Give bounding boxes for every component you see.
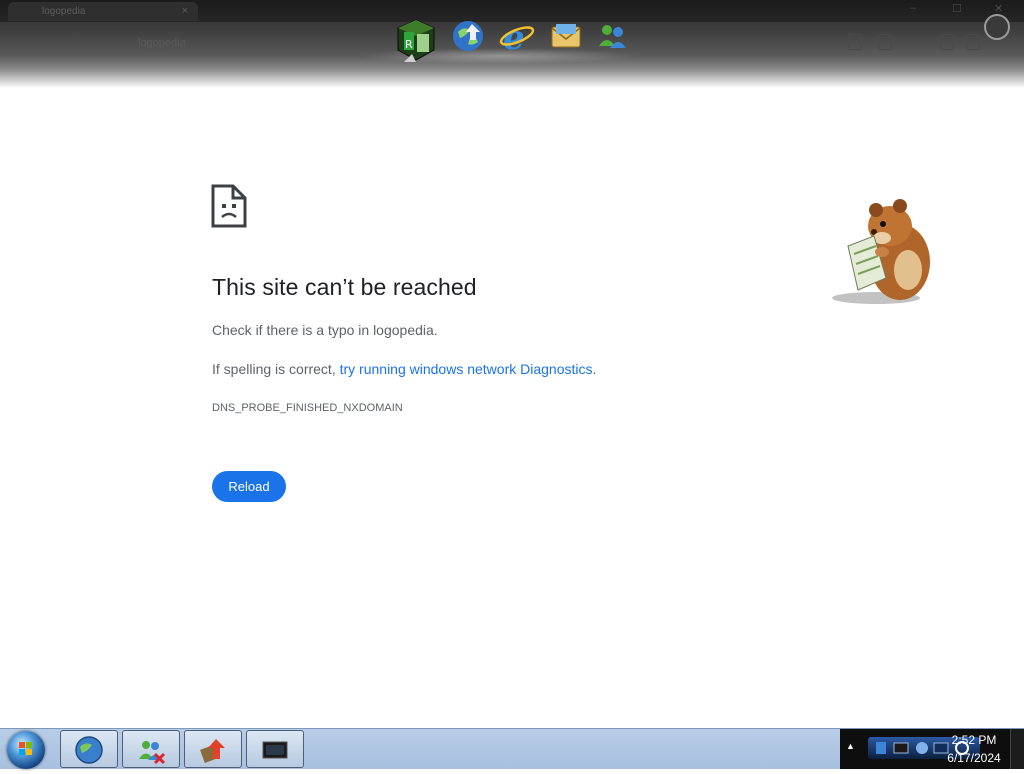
clock-time[interactable]: 2:52 PM xyxy=(946,733,1002,747)
error-code: DNS_PROBE_FINISHED_NXDOMAIN xyxy=(212,402,403,414)
monitor-icon xyxy=(262,741,288,759)
messenger-error-icon xyxy=(139,741,166,765)
spelling-suffix: . xyxy=(592,361,597,377)
mail-envelope-icon[interactable] xyxy=(548,18,588,58)
start-button[interactable] xyxy=(7,731,45,769)
browser-tab[interactable]: logopedia × xyxy=(8,2,198,21)
minimize-button[interactable]: – xyxy=(910,2,916,14)
menu-icon[interactable] xyxy=(966,34,980,50)
forward-button[interactable]: → xyxy=(44,34,55,46)
internet-explorer-icon[interactable]: e xyxy=(498,18,538,58)
winrar-icon[interactable]: R xyxy=(396,18,436,62)
browser-top-bar: logopedia × – ☐ ✕ ← → ⟳ logopedia R e xyxy=(0,0,1024,96)
network-icon xyxy=(893,742,909,754)
windows-logo-icon xyxy=(19,742,32,755)
sidepanel-icon[interactable] xyxy=(940,34,954,50)
tray-app-icon xyxy=(876,742,886,754)
diagnostics-link[interactable]: try running windows network Diagnostics xyxy=(340,361,593,377)
taskbar-update-button[interactable] xyxy=(184,730,242,768)
sad-page-icon xyxy=(211,184,247,233)
taskbar-monitor-button[interactable] xyxy=(246,730,304,768)
back-button[interactable]: ← xyxy=(16,34,27,46)
taskbar-browser-button[interactable] xyxy=(60,730,118,768)
show-hidden-icons-button[interactable]: ▲ xyxy=(846,741,855,751)
taskbar-messenger-button[interactable] xyxy=(122,730,180,768)
extension-icon[interactable] xyxy=(848,34,862,50)
taskbar: ▲ xyxy=(0,728,1024,769)
update-arrow-icon xyxy=(200,739,225,763)
reload-toolbar-button[interactable]: ⟳ xyxy=(72,34,81,47)
reload-button[interactable]: Reload xyxy=(212,471,286,502)
tab-title: logopedia xyxy=(42,6,86,17)
globe-download-icon[interactable] xyxy=(450,18,490,58)
svg-text:R: R xyxy=(405,38,413,51)
typo-hint: Check if there is a typo in logopedia. xyxy=(212,322,438,338)
extension-icon[interactable] xyxy=(878,34,892,50)
volume-icon xyxy=(916,742,928,754)
messenger-people-icon[interactable] xyxy=(594,18,634,58)
spelling-hint: If spelling is correct, try running wind… xyxy=(212,361,596,377)
svg-text:e: e xyxy=(503,18,525,56)
account-icon[interactable] xyxy=(984,14,1010,40)
browser-globe-icon xyxy=(75,736,103,764)
maximize-button[interactable]: ☐ xyxy=(952,2,962,15)
spelling-prefix: If spelling is correct, xyxy=(212,361,340,377)
address-bar[interactable]: logopedia xyxy=(138,34,368,52)
tab-close-icon[interactable]: × xyxy=(182,2,188,21)
show-desktop-button[interactable] xyxy=(1010,729,1024,769)
page-title: This site can’t be reached xyxy=(212,274,477,300)
hamster-illustration xyxy=(828,194,938,309)
clock-date[interactable]: 6/17/2024 xyxy=(944,751,1004,765)
